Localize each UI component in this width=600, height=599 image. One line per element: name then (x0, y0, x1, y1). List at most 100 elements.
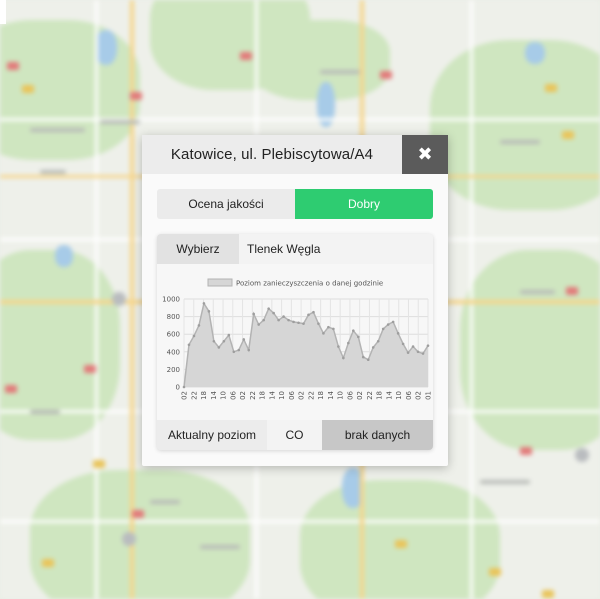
x-tick-label: 06 (405, 390, 413, 399)
data-point (396, 332, 400, 335)
chart-x-ticks: 02 22 18 14 10 06 02 22 18 14 10 06 02 22 18 14 10 06 02 22… (181, 390, 433, 399)
x-tick-label: 14 (210, 390, 218, 399)
current-level-row: Aktualny poziom CO brak danych (157, 420, 433, 450)
pollution-chart: Poziom zanieczyszczenia o danej godzinie… (157, 264, 433, 420)
x-tick-label: 10 (337, 391, 345, 400)
pollutant-panel: Wybierz Tlenek Węgla Poziom zanieczyszcz… (157, 234, 433, 450)
x-tick-label: 10 (278, 391, 286, 400)
data-point (202, 302, 206, 305)
data-point (352, 329, 355, 332)
data-point (337, 345, 340, 348)
x-tick-label: 02 (356, 391, 364, 400)
y-tick-label: 800 (167, 313, 180, 321)
x-tick-label: 06 (288, 390, 296, 399)
data-point (257, 323, 260, 326)
data-point (406, 351, 410, 354)
y-tick-label: 200 (167, 366, 180, 374)
data-point (322, 332, 325, 335)
data-point (327, 325, 330, 329)
popup-header: Katowice, ul. Plebiscytowa/A4 ✖ (142, 135, 448, 174)
quality-row: Ocena jakości Dobry (157, 189, 433, 219)
data-point (247, 348, 251, 352)
current-parameter: CO (267, 420, 322, 450)
data-point (297, 321, 300, 325)
x-tick-label: 06 (229, 390, 237, 399)
legend-swatch (207, 278, 233, 287)
data-point (217, 346, 221, 349)
data-point (342, 356, 345, 360)
x-tick-label: 22 (190, 391, 198, 400)
data-point (187, 343, 191, 347)
close-button[interactable]: ✖ (402, 135, 448, 174)
map-corner-control[interactable] (0, 0, 6, 24)
current-value: brak danych (322, 420, 433, 450)
data-point (282, 315, 285, 318)
data-point (381, 327, 385, 331)
current-level-label: Aktualny poziom (157, 420, 267, 450)
x-tick-label: 14 (268, 390, 276, 399)
data-point (227, 333, 231, 337)
data-point (207, 310, 211, 313)
station-popup: Katowice, ul. Plebiscytowa/A4 ✖ Ocena ja… (142, 135, 448, 466)
data-point (287, 318, 290, 322)
close-icon: ✖ (417, 144, 433, 164)
x-tick-label: 22 (307, 391, 315, 400)
data-point (366, 358, 370, 362)
chart-y-ticks: 0 200 400 600 800 1000 (162, 296, 180, 392)
quality-label: Ocena jakości (157, 189, 295, 219)
data-point (307, 313, 310, 317)
x-tick-label: 06 (346, 390, 354, 399)
y-tick-label: 0 (176, 384, 180, 392)
chart-series (182, 301, 430, 389)
selected-pollutant[interactable]: Tlenek Węgla (239, 234, 433, 264)
x-tick-label: 14 (385, 390, 393, 399)
x-tick-label: 10 (395, 391, 403, 400)
data-point (242, 338, 246, 341)
data-point (312, 310, 315, 314)
data-point (197, 324, 201, 327)
x-tick-label: 02 (239, 391, 247, 400)
x-tick-label: 02 (298, 391, 306, 400)
station-title: Katowice, ul. Plebiscytowa/A4 (170, 146, 374, 163)
data-point (262, 318, 265, 322)
x-tick-label: 18 (317, 391, 325, 400)
x-tick-label: 22 (366, 391, 374, 400)
data-point (277, 318, 280, 322)
x-tick-label: 14 (327, 390, 335, 399)
data-point (347, 341, 350, 345)
data-point (317, 322, 320, 325)
data-point (292, 320, 295, 324)
x-tick-label: 22 (249, 391, 257, 400)
chart-svg: Poziom zanieczyszczenia o danej godzinie… (162, 278, 433, 400)
data-point (237, 348, 241, 352)
data-point (332, 327, 335, 331)
x-tick-label: 02 (181, 391, 189, 400)
x-tick-label: 18 (376, 391, 384, 400)
data-point (401, 342, 405, 346)
data-point (416, 350, 420, 354)
data-point (361, 355, 365, 359)
data-point (386, 323, 390, 326)
x-tick-label: 18 (200, 391, 208, 400)
data-point (391, 320, 395, 324)
select-button[interactable]: Wybierz (157, 234, 239, 264)
pollutant-selector[interactable]: Wybierz Tlenek Węgla (157, 234, 433, 264)
data-point (232, 350, 236, 354)
x-tick-label: 01 (425, 391, 433, 400)
data-point (272, 311, 275, 315)
y-tick-label: 1000 (162, 296, 180, 304)
x-tick-label: 18 (259, 391, 267, 400)
x-tick-label: 02 (415, 391, 423, 400)
quality-status-badge: Dobry (295, 189, 433, 219)
data-point (356, 335, 360, 339)
data-point (376, 339, 380, 343)
data-point (222, 339, 226, 343)
y-tick-label: 400 (167, 348, 180, 356)
data-point (212, 339, 216, 343)
x-tick-label: 10 (220, 391, 228, 400)
y-tick-label: 600 (167, 331, 180, 339)
data-point (192, 334, 196, 338)
data-point (267, 307, 270, 310)
data-point (421, 352, 425, 355)
data-point (371, 346, 375, 349)
